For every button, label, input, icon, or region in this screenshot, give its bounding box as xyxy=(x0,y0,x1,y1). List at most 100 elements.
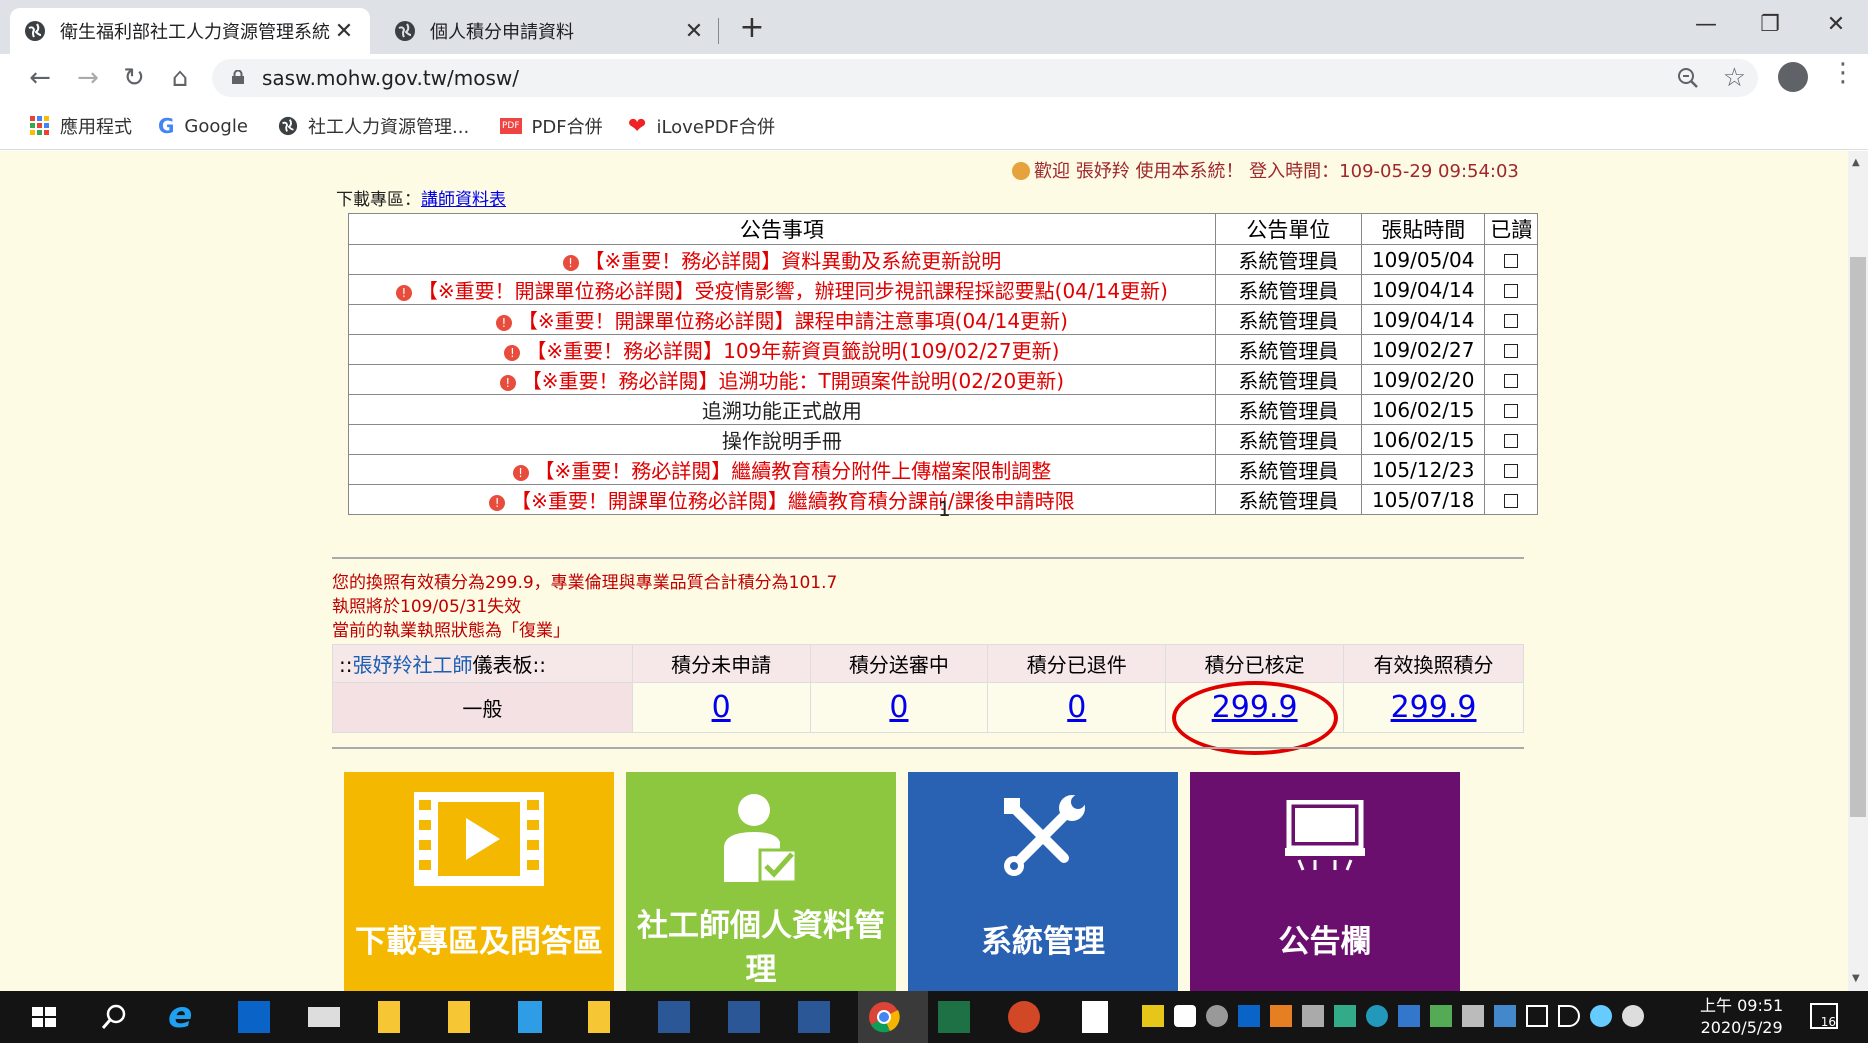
tab-close-icon[interactable]: ✕ xyxy=(682,19,706,44)
zoom-icon[interactable] xyxy=(1674,64,1702,92)
back-button[interactable]: ← xyxy=(22,60,58,96)
word-icon[interactable] xyxy=(728,1001,760,1033)
bookmark-pdf-merge[interactable]: PDF PDF合併 xyxy=(500,102,603,150)
announcement-title-link[interactable]: ! 【※重要！務必詳閱】追溯功能：T開頭案件說明(02/20更新) xyxy=(348,364,1216,395)
powerpoint-icon[interactable] xyxy=(1008,1001,1040,1033)
tab-close-icon[interactable]: ✕ xyxy=(332,19,356,44)
tile-bulletin[interactable]: 公告欄 xyxy=(1190,772,1460,991)
acrobat-icon[interactable] xyxy=(1082,1001,1108,1033)
read-checkbox[interactable] xyxy=(1504,313,1519,328)
info-line: 您的換照有效積分為299.9，專業倫理與專業品質合計積分為101.7 xyxy=(332,573,838,593)
unapplied-points-link[interactable]: 0 xyxy=(712,690,731,725)
scrollbar-thumb[interactable] xyxy=(1850,257,1866,817)
announcement-title-link[interactable]: ! 【※重要！開課單位務必詳閱】受疫情影響，辦理同步視訊課程採認要點(04/14更… xyxy=(348,274,1216,305)
bookmark-star-icon[interactable]: ☆ xyxy=(1723,59,1746,97)
reload-button[interactable]: ↻ xyxy=(116,60,152,96)
column-header: 張貼時間 xyxy=(1360,213,1486,245)
read-checkbox[interactable] xyxy=(1504,463,1519,478)
tray-icon[interactable] xyxy=(1430,1005,1452,1027)
announcement-title-link[interactable]: ! 【※重要！務必詳閱】繼續教育積分附件上傳檔案限制調整 xyxy=(348,454,1216,485)
tray-icon[interactable] xyxy=(1622,1005,1644,1027)
bookmark-google[interactable]: G Google xyxy=(158,102,248,150)
address-bar[interactable]: sasw.mohw.gov.tw/mosw/ ☆ xyxy=(212,59,1758,97)
tray-icon[interactable] xyxy=(1270,1005,1292,1027)
browser-menu-icon[interactable]: ⋮ xyxy=(1830,58,1856,88)
read-checkbox[interactable] xyxy=(1504,493,1519,508)
volume-icon[interactable] xyxy=(1558,1005,1580,1027)
bookmarks-bar: 應用程式 G Google 社工人力資源管理... PDF PDF合併 ❤ iL… xyxy=(0,102,1868,150)
bookmark-sasw[interactable]: 社工人力資源管理... xyxy=(278,102,469,150)
scroll-up-icon[interactable]: ▲ xyxy=(1852,157,1860,168)
excel-icon[interactable] xyxy=(938,1001,970,1033)
store-icon[interactable] xyxy=(518,1001,542,1033)
tray-icon[interactable] xyxy=(1238,1005,1260,1027)
scroll-down-icon[interactable]: ▼ xyxy=(1852,973,1860,984)
folder-icon[interactable] xyxy=(588,1001,610,1033)
in-review-points-link[interactable]: 0 xyxy=(889,690,908,725)
restore-button[interactable]: ❐ xyxy=(1740,0,1800,50)
announcement-title-link[interactable]: ! 【※重要！開課單位務必詳閱】繼續教育積分課前/課後申請時限 xyxy=(348,484,1216,515)
announcement-title-link[interactable]: ! 【※重要！務必詳閱】109年薪資頁籤說明(109/02/27更新) xyxy=(348,334,1216,365)
page-number[interactable]: 1 xyxy=(938,497,951,521)
tile-personal-data[interactable]: 社工師個人資料管理 xyxy=(626,772,896,991)
bookmark-ilovepdf[interactable]: ❤ iLovePDF合併 xyxy=(628,102,775,150)
home-button[interactable]: ⌂ xyxy=(162,60,198,96)
page-scrollbar[interactable]: ▲ ▼ xyxy=(1848,151,1868,991)
profile-avatar-icon[interactable] xyxy=(1778,62,1808,92)
outlook-icon[interactable] xyxy=(238,1001,270,1033)
downloads-folder-icon[interactable] xyxy=(448,1001,470,1033)
highlight-circle-annotation xyxy=(1172,681,1338,755)
tray-icon[interactable] xyxy=(1590,1005,1612,1027)
tray-icon[interactable] xyxy=(1302,1005,1324,1027)
read-checkbox[interactable] xyxy=(1504,253,1519,268)
announcement-title-link[interactable]: ! 【※重要！務必詳閱】資料異動及系統更新說明 xyxy=(348,244,1216,275)
search-icon[interactable] xyxy=(98,1001,130,1033)
minimize-button[interactable]: — xyxy=(1676,0,1736,50)
billboard-icon xyxy=(1285,800,1365,871)
bookmark-apps[interactable]: 應用程式 xyxy=(30,102,132,150)
lecturer-form-link[interactable]: 講師資料表 xyxy=(421,190,506,210)
rejected-points-link[interactable]: 0 xyxy=(1067,690,1086,725)
read-checkbox[interactable] xyxy=(1504,343,1519,358)
tray-icon[interactable] xyxy=(1142,1005,1164,1027)
warning-icon: ! xyxy=(489,495,506,511)
tab-inactive[interactable]: 個人積分申請資料 ✕ xyxy=(380,8,720,54)
tray-icon[interactable] xyxy=(1206,1005,1228,1027)
announcement-unit: 系統管理員 xyxy=(1214,364,1362,395)
window-close-button[interactable]: ✕ xyxy=(1806,0,1866,50)
tray-icon[interactable] xyxy=(1366,1005,1388,1027)
internet-explorer-icon[interactable]: e xyxy=(168,998,200,1034)
tray-icon[interactable] xyxy=(1462,1005,1484,1027)
word-icon[interactable] xyxy=(658,1001,690,1033)
forward-button[interactable]: → xyxy=(70,60,106,96)
announcement-unit: 系統管理員 xyxy=(1214,484,1362,515)
valid-renewal-points-link[interactable]: 299.9 xyxy=(1391,690,1477,725)
table-row: ! 【※重要！務必詳閱】109年薪資頁籤說明(109/02/27更新) 系統管理員 1… xyxy=(348,334,1538,365)
mail-icon[interactable] xyxy=(308,1007,340,1027)
tray-icon[interactable] xyxy=(1398,1005,1420,1027)
row-label: 一般 xyxy=(332,682,633,733)
announcement-title-link[interactable]: ! 【※重要！開課單位務必詳閱】課程申請注意事項(04/14更新) xyxy=(348,304,1216,335)
word-icon[interactable] xyxy=(798,1001,830,1033)
announcement-unit: 系統管理員 xyxy=(1214,394,1362,425)
network-icon[interactable] xyxy=(1526,1005,1548,1027)
read-checkbox[interactable] xyxy=(1504,403,1519,418)
announcement-title-link[interactable]: 操作說明手冊 xyxy=(348,424,1216,455)
new-tab-button[interactable]: + xyxy=(732,8,772,48)
taskbar-clock[interactable]: 上午 09:51 2020/5/29 xyxy=(1700,995,1783,1039)
windows-start-icon[interactable] xyxy=(28,1001,60,1033)
read-checkbox[interactable] xyxy=(1504,433,1519,448)
tab-active[interactable]: 衛生福利部社工人力資源管理系統 ✕ xyxy=(10,8,370,54)
chrome-icon[interactable] xyxy=(868,1001,900,1033)
read-checkbox[interactable] xyxy=(1504,283,1519,298)
announcement-title-link[interactable]: 追溯功能正式啟用 xyxy=(348,394,1216,425)
tray-icon[interactable] xyxy=(1494,1005,1516,1027)
tray-icon[interactable] xyxy=(1334,1005,1356,1027)
bookmark-label: Google xyxy=(184,115,248,137)
security-shield-icon[interactable] xyxy=(1174,1005,1196,1027)
notification-center-icon[interactable]: 16 xyxy=(1810,1003,1838,1029)
tile-download-qa[interactable]: 下載專區及問答區 xyxy=(344,772,614,991)
tile-system-admin[interactable]: 系統管理 xyxy=(908,772,1178,991)
file-explorer-icon[interactable] xyxy=(378,1001,400,1033)
read-checkbox[interactable] xyxy=(1504,373,1519,388)
